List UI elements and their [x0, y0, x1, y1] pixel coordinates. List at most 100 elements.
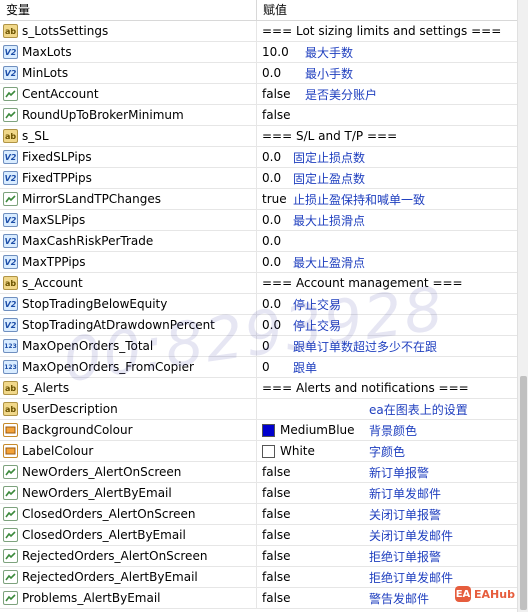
table-row[interactable]: LabelColour White 字颜色 [0, 441, 517, 462]
table-row[interactable]: ClosedOrders_AlertByEmail false 关闭订单发邮件 [0, 525, 517, 546]
value-cell[interactable]: 0 跟单 [257, 357, 517, 377]
value-cell[interactable]: White 字颜色 [257, 441, 517, 461]
double-icon: V2 [3, 45, 18, 59]
table-row[interactable]: V2 MaxCashRiskPerTrade 0.0 [0, 231, 517, 252]
value-cell[interactable]: false 关闭订单报警 [257, 504, 517, 524]
table-row[interactable]: ab s_SL === S/L and T/P === [0, 126, 517, 147]
table-row[interactable]: V2 StopTradingAtDrawdownPercent 0.0 停止交易 [0, 315, 517, 336]
value-cell[interactable]: 0.0 停止交易 [257, 315, 517, 335]
table-row[interactable]: RejectedOrders_AlertByEmail false 拒绝订单发邮件 [0, 567, 517, 588]
value-text: 0.0 [262, 234, 281, 248]
value-cell[interactable]: false 关闭订单发邮件 [257, 525, 517, 545]
annotation-note: 最大止盈滑点 [293, 255, 366, 270]
value-cell[interactable]: 0.0 [257, 231, 517, 251]
annotation-note: 新订单发邮件 [369, 486, 442, 501]
double-icon: V2 [3, 213, 18, 227]
value-text: false [262, 591, 291, 605]
value-text: 0.0 [262, 297, 281, 311]
variable-cell: BackgroundColour [0, 420, 257, 440]
color-icon [3, 423, 18, 437]
table-row[interactable]: 123 MaxOpenOrders_FromCopier 0 跟单 [0, 357, 517, 378]
value-cell[interactable]: === Account management === [257, 273, 517, 293]
variable-cell: ClosedOrders_AlertOnScreen [0, 504, 257, 524]
table-row[interactable]: ab s_Account === Account management === [0, 273, 517, 294]
value-text: 10.0 [262, 45, 289, 59]
variable-cell: V2 MaxSLPips [0, 210, 257, 230]
value-cell[interactable]: === Lot sizing limits and settings === [257, 21, 517, 41]
table-row[interactable]: ab s_Alerts === Alerts and notifications =… [0, 378, 517, 399]
value-label: 0.0 [262, 171, 282, 185]
value-cell[interactable]: 0.0 停止交易 [257, 294, 517, 314]
table-row[interactable]: V2 MaxLots 10.0 最大手数 [0, 42, 517, 63]
value-cell[interactable]: 0.0 最大止盈滑点 [257, 252, 517, 272]
variable-name: MaxCashRiskPerTrade [22, 234, 154, 248]
inputs-table: 变量 赋值 ab s_LotsSettings === Lot sizing lim… [0, 0, 517, 612]
color-swatch [262, 424, 275, 437]
value-text: === Account management === [262, 276, 463, 290]
value-cell[interactable]: false 新订单发邮件 [257, 483, 517, 503]
value-cell[interactable]: false [257, 105, 517, 125]
variable-name: NewOrders_AlertByEmail [22, 486, 172, 500]
value-cell[interactable]: MediumBlue 背景颜色 [257, 420, 517, 440]
variable-name: MaxTPPips [22, 255, 86, 269]
value-cell[interactable]: === Alerts and notifications === [257, 378, 517, 398]
annotation-note: 最小手数 [305, 66, 354, 81]
value-text: false [262, 465, 291, 479]
table-row[interactable]: CentAccount false 是否美分账户 [0, 84, 517, 105]
annotation-note: 固定止损点数 [293, 150, 366, 165]
value-cell[interactable]: false 新订单报警 [257, 462, 517, 482]
table-row[interactable]: 123 MaxOpenOrders_Total 0 跟单订单数超过多少不在跟 [0, 336, 517, 357]
vertical-scrollbar[interactable] [517, 0, 528, 612]
value-text: false [262, 507, 291, 521]
variable-cell: V2 MaxLots [0, 42, 257, 62]
table-row[interactable]: BackgroundColour MediumBlue 背景颜色 [0, 420, 517, 441]
value-cell[interactable]: false 拒绝订单报警 [257, 546, 517, 566]
table-row[interactable]: V2 StopTradingBelowEquity 0.0 停止交易 [0, 294, 517, 315]
table-row[interactable]: Problems_AlertByEmail false 警告发邮件 [0, 588, 517, 609]
value-cell[interactable]: false 是否美分账户 [257, 84, 517, 104]
annotation-note: 停止交易 [293, 318, 342, 333]
table-row[interactable]: RoundUpToBrokerMinimum false [0, 105, 517, 126]
table-row[interactable]: ab UserDescription ea在图表上的设置 [0, 399, 517, 420]
header-variable[interactable]: 变量 [0, 0, 257, 20]
table-row[interactable]: NewOrders_AlertOnScreen false 新订单报警 [0, 462, 517, 483]
logo-text: EAHub [474, 587, 515, 601]
value-cell[interactable]: === S/L and T/P === [257, 126, 517, 146]
variable-name: BackgroundColour [22, 423, 133, 437]
variable-cell: ab UserDescription [0, 399, 257, 419]
value-cell[interactable]: 0 跟单订单数超过多少不在跟 [257, 336, 517, 356]
value-cell[interactable]: 0.0 最小手数 [257, 63, 517, 83]
table-row[interactable]: RejectedOrders_AlertOnScreen false 拒绝订单报警 [0, 546, 517, 567]
value-cell[interactable]: true 止损止盈保持和喊单一致 [257, 189, 517, 209]
table-row[interactable]: ab s_LotsSettings === Lot sizing limits an… [0, 21, 517, 42]
value-cell[interactable]: 0.0 固定止盈点数 [257, 168, 517, 188]
variable-cell: 123 MaxOpenOrders_Total [0, 336, 257, 356]
value-text: 0 [262, 360, 270, 374]
table-row[interactable]: NewOrders_AlertByEmail false 新订单发邮件 [0, 483, 517, 504]
value-cell[interactable]: 10.0 最大手数 [257, 42, 517, 62]
value-label: White [280, 444, 315, 458]
table-row[interactable]: V2 FixedTPPips 0.0 固定止盈点数 [0, 168, 517, 189]
value-label: false [262, 507, 291, 521]
table-row[interactable]: V2 MaxTPPips 0.0 最大止盈滑点 [0, 252, 517, 273]
bool-icon [3, 486, 18, 500]
value-label: 0.0 [262, 66, 282, 80]
scrollbar-thumb[interactable] [520, 376, 527, 610]
header-value[interactable]: 赋值 [257, 0, 517, 20]
variable-name: LabelColour [22, 444, 94, 458]
value-cell[interactable]: 0.0 固定止损点数 [257, 147, 517, 167]
value-text: === Alerts and notifications === [262, 381, 469, 395]
value-label: false [262, 549, 291, 563]
annotation-note: 警告发邮件 [369, 591, 430, 606]
annotation-note: 最大止损滑点 [293, 213, 366, 228]
value-cell[interactable]: ea在图表上的设置 [257, 399, 517, 419]
table-row[interactable]: MirrorSLandTPChanges true 止损止盈保持和喊单一致 [0, 189, 517, 210]
variable-name: NewOrders_AlertOnScreen [22, 465, 182, 479]
value-cell[interactable]: 0.0 最大止损滑点 [257, 210, 517, 230]
variable-cell: RejectedOrders_AlertByEmail [0, 567, 257, 587]
table-row[interactable]: ClosedOrders_AlertOnScreen false 关闭订单报警 [0, 504, 517, 525]
table-row[interactable]: V2 MinLots 0.0 最小手数 [0, 63, 517, 84]
table-row[interactable]: V2 MaxSLPips 0.0 最大止损滑点 [0, 210, 517, 231]
value-cell[interactable]: false 拒绝订单发邮件 [257, 567, 517, 587]
table-row[interactable]: V2 FixedSLPips 0.0 固定止损点数 [0, 147, 517, 168]
